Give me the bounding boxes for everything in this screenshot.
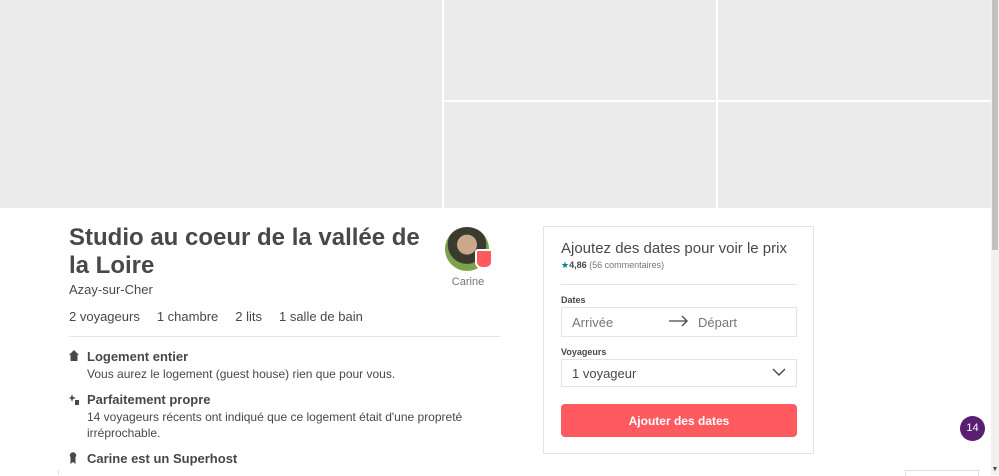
photo-2[interactable] bbox=[444, 0, 716, 100]
arrow-right-icon bbox=[669, 312, 689, 332]
guests-label: Voyageurs bbox=[561, 347, 607, 357]
page-scrollbar[interactable]: ▼ bbox=[991, 0, 999, 475]
listing-location[interactable]: Azay-sur-Cher bbox=[69, 282, 153, 297]
superhost-badge-icon bbox=[475, 249, 493, 269]
photo-gallery bbox=[0, 0, 999, 208]
feature-description: Vous aurez le logement (guest house) rie… bbox=[87, 367, 396, 381]
section-divider bbox=[69, 336, 500, 337]
sparkle-clean-icon bbox=[69, 393, 79, 405]
footer-panel-edge bbox=[905, 470, 979, 476]
photo-5[interactable] bbox=[718, 102, 991, 208]
rating-count: (56 commentaires) bbox=[589, 260, 665, 270]
checkout-input[interactable]: Départ bbox=[698, 315, 737, 330]
home-icon bbox=[69, 350, 79, 362]
scroll-down-arrow-icon[interactable]: ▼ bbox=[991, 465, 999, 475]
rating-score: 4,86 bbox=[569, 260, 587, 270]
host-name: Carine bbox=[451, 276, 485, 288]
dates-label: Dates bbox=[561, 295, 586, 305]
feature-title: Parfaitement propre bbox=[87, 392, 211, 407]
listing-stats: 2 voyageurs 1 chambre 2 lits 1 salle de … bbox=[69, 309, 380, 324]
checkin-input[interactable]: Arrivée bbox=[572, 315, 613, 330]
content-edge-line bbox=[58, 470, 59, 475]
rating-summary[interactable]: ★4,86 (56 commentaires) bbox=[561, 260, 664, 271]
feature-title: Carine est un Superhost bbox=[87, 451, 238, 466]
photo-4[interactable] bbox=[444, 102, 716, 208]
scrollbar-thumb[interactable] bbox=[992, 0, 998, 250]
host-profile[interactable]: Carine bbox=[445, 227, 493, 288]
feature-description: 14 voyageurs récents ont indiqué que ce … bbox=[87, 410, 463, 440]
stat-beds: 2 lits bbox=[235, 309, 262, 324]
chevron-down-icon bbox=[772, 365, 786, 379]
main-photo[interactable] bbox=[0, 0, 442, 208]
add-dates-button[interactable]: Ajouter des dates bbox=[561, 404, 797, 437]
stat-bedrooms: 1 chambre bbox=[156, 309, 219, 324]
star-icon: ★ bbox=[561, 260, 570, 270]
listing-title: Studio au coeur de la vallée de la Loire bbox=[69, 224, 420, 279]
notification-count-badge[interactable]: 14 bbox=[960, 416, 985, 441]
booking-card: Ajoutez des dates pour voir le prix ★4,8… bbox=[543, 226, 814, 454]
booking-card-title: Ajoutez des dates pour voir le prix bbox=[561, 240, 787, 257]
host-avatar[interactable] bbox=[445, 227, 493, 271]
card-divider bbox=[561, 284, 797, 285]
stat-bathrooms: 1 salle de bain bbox=[278, 309, 363, 324]
feature-title: Logement entier bbox=[87, 349, 189, 364]
dates-field[interactable]: Arrivée Départ bbox=[561, 307, 797, 337]
guests-value: 1 voyageur bbox=[572, 366, 637, 381]
photo-3[interactable] bbox=[718, 0, 991, 100]
superhost-medal-icon bbox=[69, 452, 79, 464]
guests-select[interactable]: 1 voyageur bbox=[561, 359, 797, 387]
stat-guests: 2 voyageurs bbox=[69, 309, 140, 324]
